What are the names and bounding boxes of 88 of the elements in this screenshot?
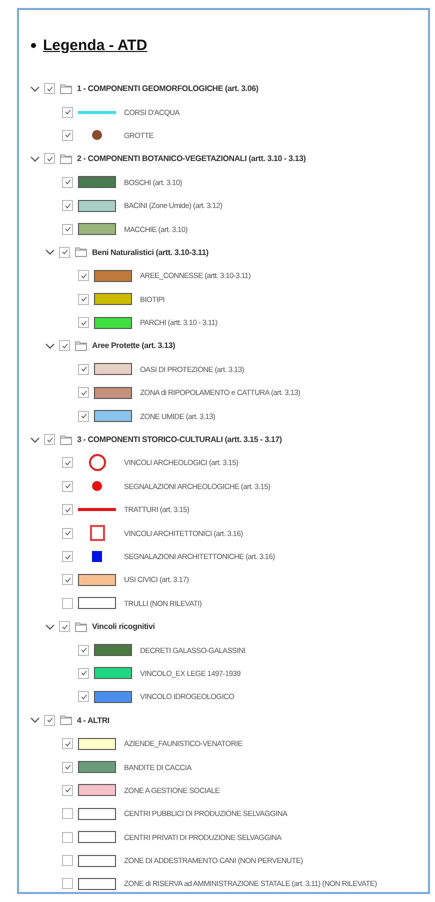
checkbox[interactable] (78, 387, 89, 398)
checkbox[interactable] (59, 246, 70, 258)
check-icon (46, 436, 54, 444)
check-icon (46, 154, 54, 163)
checkbox[interactable] (78, 644, 89, 656)
check-icon (80, 412, 88, 420)
chevron-icon[interactable] (30, 154, 40, 164)
checkbox[interactable] (59, 621, 70, 632)
check-icon (80, 295, 88, 304)
checkbox[interactable] (44, 153, 55, 164)
check-icon (80, 646, 88, 654)
folder-icon (60, 84, 72, 94)
check-icon (46, 84, 54, 93)
check-icon (64, 482, 72, 490)
check-icon (60, 622, 68, 631)
checkbox[interactable] (44, 83, 55, 94)
check-icon (64, 786, 72, 794)
bullet-icon (31, 42, 36, 48)
folder-icon (75, 340, 87, 351)
checkbox[interactable] (62, 480, 73, 492)
check-icon (60, 342, 68, 350)
checkbox[interactable] (62, 106, 73, 118)
checkbox[interactable] (78, 691, 89, 702)
checkbox[interactable] (62, 457, 73, 468)
checkbox[interactable] (62, 176, 73, 188)
checkbox[interactable] (62, 598, 73, 609)
checkbox[interactable] (78, 294, 89, 305)
group-label: 4 - ALTRI (77, 716, 110, 725)
chevron-icon[interactable] (45, 247, 55, 258)
checkbox[interactable] (62, 504, 73, 516)
check-icon (80, 692, 88, 701)
checkbox[interactable] (62, 200, 73, 212)
check-icon (64, 178, 72, 186)
checkbox[interactable] (78, 317, 89, 328)
checkbox[interactable] (62, 784, 73, 796)
check-icon (80, 318, 88, 327)
checkbox[interactable] (62, 574, 73, 586)
group-label: Aree Protette (art. 3.13) (92, 341, 176, 350)
check-icon (64, 131, 72, 140)
check-icon (46, 716, 54, 724)
checkbox[interactable] (62, 528, 73, 539)
folder-icon (60, 154, 72, 164)
chevron-icon[interactable] (30, 84, 40, 94)
check-icon (80, 669, 88, 678)
checkbox[interactable] (62, 855, 73, 866)
check-icon (80, 272, 88, 280)
check-icon (80, 365, 88, 374)
checkbox[interactable] (78, 410, 89, 422)
chevron-icon[interactable] (30, 715, 40, 726)
check-icon (60, 248, 68, 256)
checkbox[interactable] (78, 668, 89, 679)
checkbox[interactable] (62, 130, 73, 141)
checkbox[interactable] (62, 878, 73, 890)
checkbox[interactable] (78, 364, 89, 375)
checkbox[interactable] (59, 340, 70, 352)
check-icon (64, 552, 72, 560)
check-icon (64, 506, 72, 514)
check-icon (64, 529, 72, 538)
chevron-icon[interactable] (45, 622, 55, 632)
checkbox[interactable] (62, 832, 73, 843)
folder-icon (60, 434, 72, 445)
group-label: 2 - COMPONENTI BOTANICO-VEGETAZIONALI (artt. 3.10 - 3.13) (77, 154, 306, 164)
legend-title: Legenda - ATD (43, 36, 148, 54)
checkbox[interactable] (62, 551, 73, 562)
check-icon (64, 202, 72, 210)
checkbox[interactable] (62, 762, 73, 773)
check-icon (64, 740, 72, 748)
folder-icon (75, 247, 87, 258)
check-icon (64, 108, 72, 116)
checkbox[interactable] (78, 270, 89, 282)
group-label: Vincoli ricognitivi (92, 622, 155, 632)
checkbox[interactable] (44, 434, 55, 446)
check-icon (64, 225, 72, 234)
check-icon (64, 763, 72, 772)
checkbox[interactable] (44, 714, 55, 726)
folder-icon (75, 622, 87, 632)
group-label: 3 - COMPONENTI STORICO-CULTURALI (artt. 3.15 - 3.17) (77, 435, 282, 444)
checkbox[interactable] (62, 808, 73, 820)
chevron-icon[interactable] (30, 434, 40, 445)
chevron-icon[interactable] (45, 340, 55, 351)
folder-icon (60, 715, 72, 726)
check-icon (80, 388, 88, 397)
group-label: Beni Naturalistici (artt. 3.10-3.11) (92, 248, 208, 257)
check-icon (64, 576, 72, 584)
checkbox[interactable] (62, 224, 73, 235)
checkbox[interactable] (62, 738, 73, 750)
check-icon (64, 458, 72, 467)
group-label: 1 - COMPONENTI GEOMORFOLOGICHE (art. 3.06) (77, 84, 258, 94)
